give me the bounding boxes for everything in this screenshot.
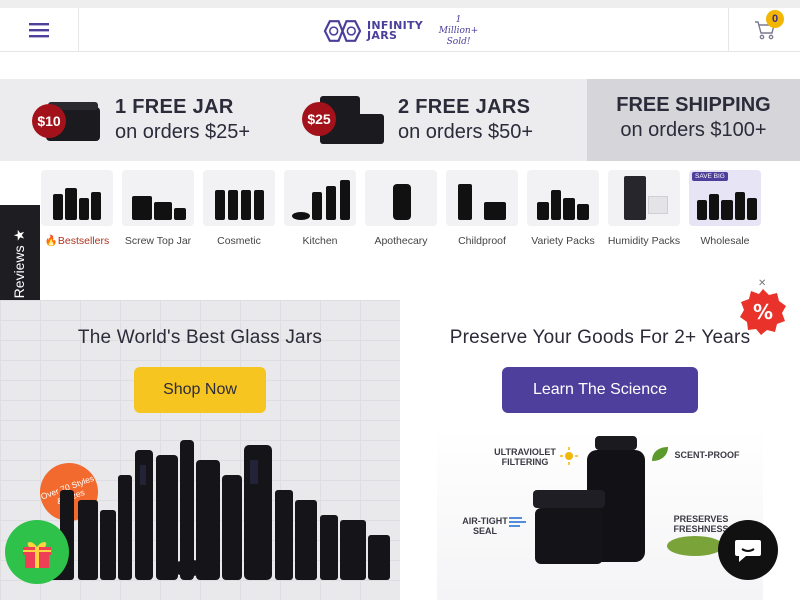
chat-button[interactable] bbox=[718, 520, 778, 580]
category-label: Childproof bbox=[458, 235, 506, 247]
save-big-badge: SAVE BIG bbox=[692, 172, 728, 181]
category-label: Cosmetic bbox=[217, 235, 261, 247]
promo-title: 1 FREE JAR bbox=[115, 96, 234, 118]
logo-tagline-2: Sold! bbox=[446, 36, 471, 47]
category-thumbnail bbox=[365, 170, 437, 226]
category-bestsellers[interactable]: 🔥Bestsellers bbox=[40, 170, 114, 248]
promo-bar: $10 1 FREE JAR on orders $25+ $25 2 FREE… bbox=[0, 79, 800, 161]
category-label: Apothecary bbox=[374, 235, 428, 247]
category-label: Wholesale bbox=[700, 235, 750, 247]
promo-title: 2 FREE JARS bbox=[398, 96, 531, 118]
top-strip bbox=[0, 0, 800, 8]
learn-the-science-button[interactable]: Learn The Science bbox=[502, 367, 698, 413]
leaf-icon bbox=[652, 447, 668, 461]
category-thumbnail bbox=[203, 170, 275, 226]
category-screw-top-jar[interactable]: Screw Top Jar bbox=[121, 170, 195, 248]
promo-free-jar[interactable]: $10 1 FREE JAR on orders $25+ bbox=[30, 79, 300, 161]
category-label: Kitchen bbox=[302, 235, 338, 247]
category-apothecary[interactable]: Apothecary bbox=[364, 170, 438, 248]
discount-percent-label: % bbox=[753, 300, 773, 324]
infinity-logo-icon bbox=[323, 20, 362, 42]
category-thumbnail bbox=[284, 170, 356, 226]
category-thumbnail: SAVE BIG bbox=[689, 170, 761, 226]
cart-button[interactable]: 0 bbox=[728, 8, 800, 52]
promo-two-free-jars[interactable]: $25 2 FREE JARS on orders $50+ bbox=[300, 79, 587, 161]
fire-icon: 🔥 bbox=[44, 235, 58, 247]
promo-title: FREE SHIPPING bbox=[616, 94, 771, 116]
category-thumbnail bbox=[608, 170, 680, 226]
category-label: Screw Top Jar bbox=[124, 235, 192, 247]
feature-uv: ULTRAVIOLET FILTERING bbox=[494, 447, 556, 467]
site-logo[interactable]: INFINITY JARS 1 Million+ Sold! bbox=[322, 14, 482, 48]
promo-subtitle: on orders $50+ bbox=[398, 121, 534, 143]
promo-free-shipping[interactable]: FREE SHIPPING on orders $100+ bbox=[587, 79, 800, 161]
category-variety-packs[interactable]: Variety Packs bbox=[526, 170, 600, 248]
category-thumbnail bbox=[41, 170, 113, 226]
gift-icon bbox=[23, 542, 51, 568]
promo-price-tag: $25 bbox=[302, 102, 336, 136]
sun-icon bbox=[560, 447, 578, 465]
category-kitchen[interactable]: Kitchen bbox=[283, 170, 357, 248]
rewards-gift-button[interactable] bbox=[5, 520, 69, 584]
category-cosmetic[interactable]: Cosmetic bbox=[202, 170, 276, 248]
percent-badge-icon: % bbox=[740, 289, 786, 335]
promo-jar-image: $10 bbox=[30, 90, 110, 150]
category-humidity-packs[interactable]: Humidity Packs bbox=[607, 170, 681, 248]
logo-tagline-1: 1 Million+ bbox=[438, 14, 479, 36]
category-label: Humidity Packs bbox=[607, 235, 681, 247]
category-wholesale[interactable]: SAVE BIG Wholesale bbox=[688, 170, 762, 248]
feature-scent: SCENT-PROOF bbox=[674, 450, 740, 460]
category-label: Bestsellers bbox=[57, 235, 110, 247]
category-strip: 🔥Bestsellers Screw Top Jar Cosmetic Kitc… bbox=[40, 170, 770, 265]
category-childproof[interactable]: Childproof bbox=[445, 170, 519, 248]
category-thumbnail bbox=[122, 170, 194, 226]
promo-price-tag: $10 bbox=[32, 104, 66, 138]
category-label: Variety Packs bbox=[531, 235, 595, 247]
cart-count-badge: 0 bbox=[766, 10, 784, 28]
promo-subtitle: on orders $25+ bbox=[115, 121, 251, 143]
category-thumbnail bbox=[527, 170, 599, 226]
feature-air: AIR-TIGHT SEAL bbox=[462, 516, 508, 536]
wind-icon bbox=[509, 517, 526, 527]
site-header: INFINITY JARS 1 Million+ Sold! 0 bbox=[0, 8, 800, 52]
chat-bubble-icon bbox=[735, 540, 761, 562]
menu-button[interactable] bbox=[0, 8, 79, 52]
promo-subtitle: on orders $100+ bbox=[620, 119, 767, 141]
category-thumbnail bbox=[446, 170, 518, 226]
promo-jars-image: $25 bbox=[300, 90, 390, 150]
logo-line-2: JARS bbox=[367, 29, 398, 42]
discount-popup-button[interactable]: % bbox=[739, 288, 787, 336]
hamburger-icon bbox=[29, 23, 49, 38]
